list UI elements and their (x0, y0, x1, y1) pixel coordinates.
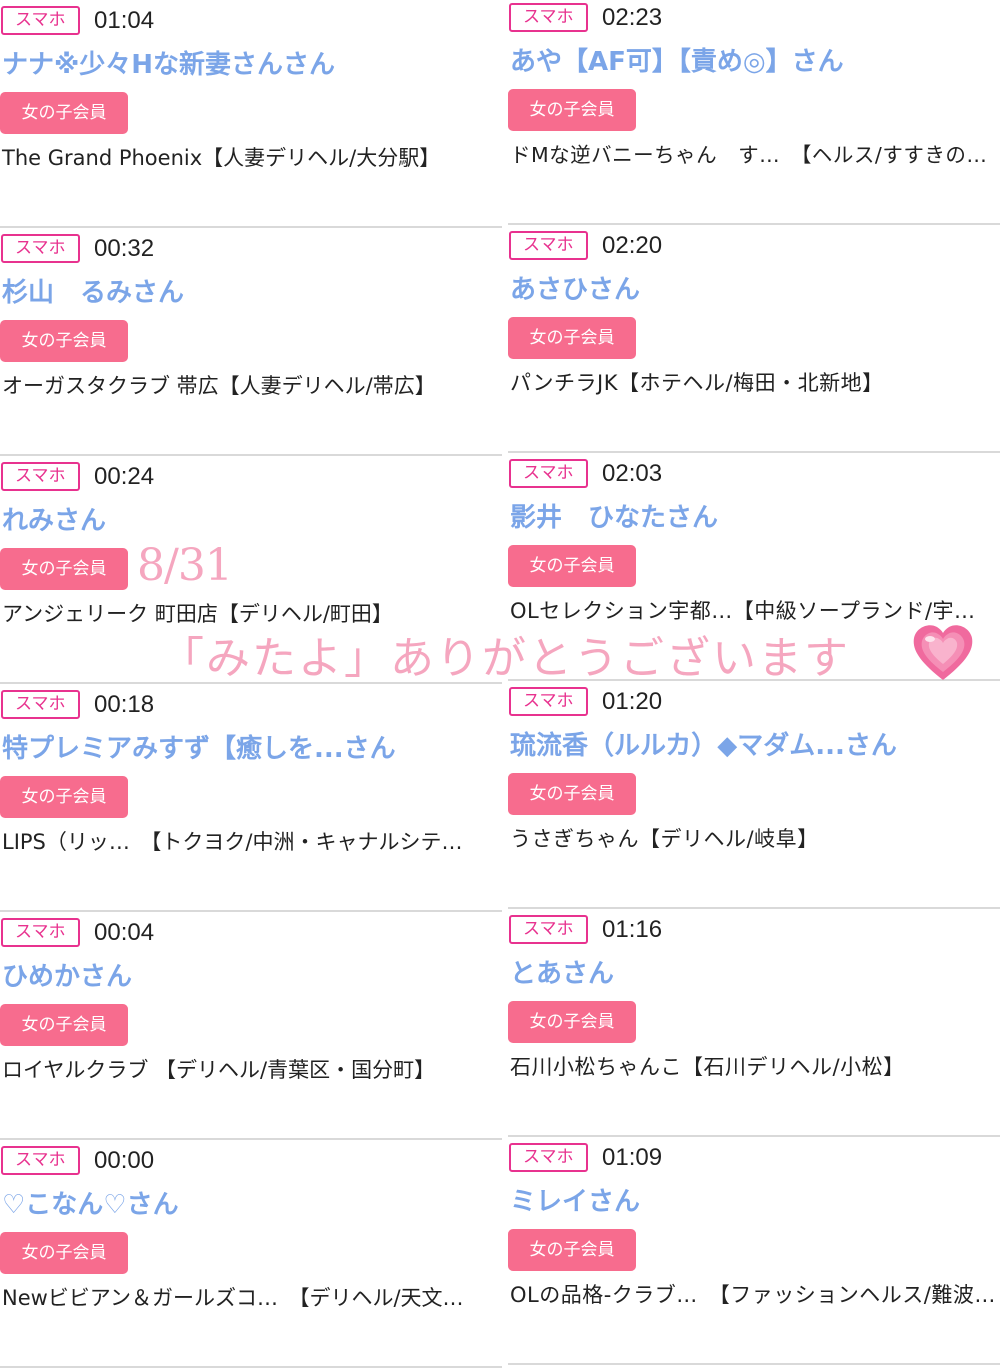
access-time: 01:16 (602, 916, 663, 943)
list-item[interactable]: スマホ 00:18 特プレミアみすず【癒しを...さん女の子会員 LIPS（リッ… 【… (0, 684, 502, 912)
access-time: 02:23 (602, 4, 663, 31)
shop-name[interactable]: パンチラJK【ホテヘル/梅田・北新地】 (510, 365, 884, 401)
access-time: 00:32 (94, 235, 155, 262)
member-badge: 女の子会員 (0, 548, 128, 590)
member-badge: 女の子会員 (0, 1004, 128, 1046)
access-time: 00:00 (94, 1147, 155, 1174)
member-badge: 女の子会員 (508, 773, 636, 815)
shop-name[interactable]: 石川小松ちゃんこ【石川デリヘル/小松】 (510, 1049, 905, 1085)
girl-name-link[interactable]: あや【AF可】【責め◎】さん (510, 43, 844, 81)
list-item[interactable]: スマホ 01:04 ナナ※少々Hな新妻さんさん女の子会員 The Grand Phoe… (0, 0, 502, 228)
shop-name[interactable]: オーガスタクラブ 帯広【人妻デリヘル/帯広】 (2, 368, 436, 404)
girl-name-link[interactable]: とあさん (510, 955, 614, 993)
access-time: 00:18 (94, 691, 155, 718)
member-badge: 女の子会員 (0, 1232, 128, 1274)
member-badge: 女の子会員 (0, 776, 128, 818)
shop-name[interactable]: The Grand Phoenix【人妻デリヘル/大分駅】 (2, 140, 440, 176)
girl-name-link[interactable]: あさひさん (510, 271, 640, 309)
device-badge: スマホ (1, 1146, 80, 1175)
list-item[interactable]: スマホ 02:20 あさひさん女の子会員パンチラJK【ホテヘル/梅田・北新地】 (508, 225, 1000, 453)
member-badge: 女の子会員 (508, 1001, 636, 1043)
overlay-date: 8/31 (137, 540, 233, 591)
girl-name-link[interactable]: れみさん (2, 502, 106, 540)
list-item[interactable]: スマホ 02:23 あや【AF可】【責め◎】さん女の子会員ドMな逆バニーちゃん す…… (508, 0, 1000, 225)
access-time: 02:03 (602, 460, 663, 487)
member-badge: 女の子会員 (508, 89, 636, 131)
girl-name-link[interactable]: 琉流香（ルルカ）◆マダム...さん (510, 727, 897, 765)
shop-name[interactable]: Newビビアン＆ガールズコ… 【デリヘル/天文… (2, 1280, 464, 1316)
member-badge: 女の子会員 (0, 92, 128, 134)
girl-name-link[interactable]: ナナ※少々Hな新妻さんさん (2, 46, 335, 84)
member-badge: 女の子会員 (0, 320, 128, 362)
list-item[interactable]: スマホ 00:32 杉山 るみさん女の子会員オーガスタクラブ 帯広【人妻デリヘル/帯… (0, 228, 502, 456)
shop-name[interactable]: ドMな逆バニーちゃん す… 【ヘルス/すすきの… (510, 137, 987, 173)
access-time: 02:20 (602, 232, 663, 259)
shop-name[interactable]: OLの品格-クラブ… 【ファッションヘルス/難波… (510, 1277, 996, 1313)
device-badge: スマホ (1, 234, 80, 263)
device-badge: スマホ (1, 690, 80, 719)
list-item[interactable]: スマホ 00:00 ♡こなん♡さん女の子会員 Newビビアン＆ガールズコ… 【デリヘル… (0, 1140, 502, 1368)
girl-name-link[interactable]: 影井 ひなたさん (510, 499, 718, 537)
access-time: 01:04 (94, 7, 155, 34)
girl-name-link[interactable]: ひめかさん (2, 958, 132, 996)
device-badge: スマホ (1, 6, 80, 35)
list-item[interactable]: スマホ 01:20 琉流香（ルルカ）◆マダム...さん女の子会員うさぎちゃん【デリヘ… (508, 681, 1000, 909)
access-time: 01:09 (602, 1144, 663, 1171)
device-badge: スマホ (509, 231, 588, 260)
device-badge: スマホ (509, 915, 588, 944)
device-badge: スマホ (509, 3, 588, 32)
access-time: 00:24 (94, 463, 155, 490)
device-badge: スマホ (509, 459, 588, 488)
list-item[interactable]: スマホ 01:16 とあさん女の子会員石川小松ちゃんこ【石川デリヘル/小松】 (508, 909, 1000, 1137)
device-badge: スマホ (509, 1143, 588, 1172)
member-badge: 女の子会員 (508, 1229, 636, 1271)
member-badge: 女の子会員 (508, 545, 636, 587)
access-time: 01:20 (602, 688, 663, 715)
growing-heart-icon (913, 625, 973, 680)
shop-name[interactable]: LIPS（リッ… 【トクヨク/中洲・キャナルシテ… (2, 824, 462, 860)
shop-name[interactable]: ロイヤルクラブ 【デリヘル/青葉区・国分町】 (2, 1052, 435, 1088)
overlay-thanks-text: 「みたよ」ありがとうございます (160, 633, 850, 684)
device-badge: スマホ (509, 687, 588, 716)
girl-name-link[interactable]: 杉山 るみさん (2, 274, 184, 312)
girl-name-link[interactable]: ♡こなん♡さん (2, 1186, 179, 1224)
list-item[interactable]: スマホ 00:04 ひめかさん女の子会員ロイヤルクラブ 【デリヘル/青葉区・国分町】 (0, 912, 502, 1140)
list-item[interactable]: スマホ 01:09 ミレイさん女の子会員 OLの品格-クラブ… 【ファッションヘルス/… (508, 1137, 1000, 1365)
device-badge: スマホ (1, 918, 80, 947)
access-time: 00:04 (94, 919, 155, 946)
member-badge: 女の子会員 (508, 317, 636, 359)
shop-name[interactable]: うさぎちゃん【デリヘル/岐阜】 (510, 821, 819, 857)
girl-name-link[interactable]: 特プレミアみすず【癒しを...さん (2, 730, 396, 768)
girl-name-link[interactable]: ミレイさん (510, 1183, 640, 1221)
device-badge: スマホ (1, 462, 80, 491)
